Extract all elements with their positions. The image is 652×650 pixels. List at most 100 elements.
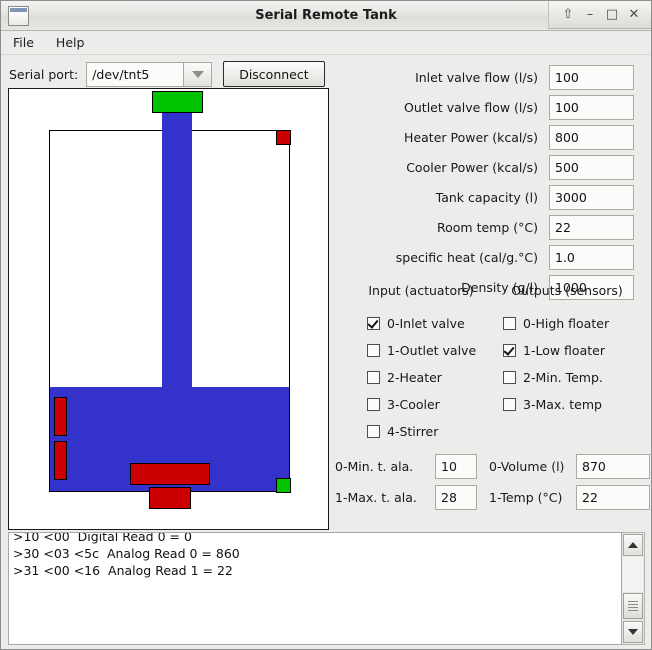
serial-port-row: Serial port: /dev/tnt5 Disconnect: [9, 61, 325, 87]
triangle-down-icon: [628, 629, 638, 635]
serial-port-combobox[interactable]: /dev/tnt5: [86, 61, 213, 87]
parameters-panel: Inlet valve flow (l/s) 100 Outlet valve …: [353, 63, 645, 303]
checkbox-low-floater[interactable]: [503, 344, 516, 357]
checkbox-row-low-floater[interactable]: 1-Low floater: [489, 337, 645, 364]
checkbox-label: 1-Low floater: [523, 343, 605, 358]
shade-button[interactable]: ⇧: [557, 3, 579, 27]
heater-indicator: [54, 397, 67, 436]
outlet-valve-flow-input[interactable]: 100: [549, 94, 634, 120]
log-scrollbar[interactable]: [622, 532, 645, 645]
close-button[interactable]: ✕: [623, 3, 645, 27]
serial-remote-tank-window: Serial Remote Tank ⇧ – □ ✕ File Help Ser…: [0, 0, 652, 650]
room-temp-input[interactable]: 22: [549, 214, 634, 240]
checkbox-label: 1-Outlet valve: [387, 343, 477, 358]
param-row-inlet-valve-flow: Inlet valve flow (l/s) 100: [353, 63, 645, 91]
cooler-power-input[interactable]: 500: [549, 154, 634, 180]
checkbox-row-heater[interactable]: 2-Heater: [353, 364, 489, 391]
specific-heat-input[interactable]: 1.0: [549, 244, 634, 270]
param-row-heater-power: Heater Power (kcal/s) 800: [353, 123, 645, 151]
checkbox-label: 2-Heater: [387, 370, 442, 385]
param-label: Outlet valve flow (l/s): [404, 99, 538, 115]
param-label: Inlet valve flow (l/s): [415, 69, 538, 85]
stirrer-indicator: [130, 463, 210, 485]
min-temp-alarm-label: 0-Min. t. ala.: [335, 459, 414, 474]
param-label: specific heat (cal/g.°C): [395, 249, 538, 265]
outputs-heading: Outputs (sensors): [511, 283, 623, 298]
scrollbar-thumb[interactable]: [623, 593, 643, 619]
param-row-outlet-valve-flow: Outlet valve flow (l/s) 100: [353, 93, 645, 121]
inputs-column: Input (actuators) 0-Inlet valve 1-Outlet…: [353, 283, 489, 445]
checkbox-min-temp[interactable]: [503, 371, 516, 384]
grip-line-icon: [628, 607, 638, 608]
serial-port-label: Serial port:: [9, 66, 79, 82]
temp-input[interactable]: 22: [576, 485, 650, 510]
log-line: >30 <03 <5c Analog Read 0 = 860: [13, 546, 240, 561]
param-label: Heater Power (kcal/s): [404, 129, 538, 145]
cooler-indicator: [54, 441, 67, 480]
checkbox-outlet-valve[interactable]: [367, 344, 380, 357]
serial-port-dropdown-button[interactable]: [183, 61, 213, 87]
checkbox-inlet-valve[interactable]: [367, 317, 380, 330]
temp-label: 1-Temp (°C): [489, 490, 563, 505]
log-console: >31 <00 <16 Analog Read 1 = 22 >10 <00 D…: [8, 532, 645, 645]
checkbox-row-cooler[interactable]: 3-Cooler: [353, 391, 489, 418]
checkbox-row-min-temp[interactable]: 2-Min. Temp.: [489, 364, 645, 391]
menu-item-help[interactable]: Help: [54, 33, 94, 52]
inlet-pipe: [162, 110, 192, 410]
param-label: Room temp (°C): [437, 219, 538, 235]
grip-line-icon: [628, 601, 638, 602]
inlet-valve-flow-input[interactable]: 100: [549, 64, 634, 90]
heater-power-input[interactable]: 800: [549, 124, 634, 150]
param-row-specific-heat: specific heat (cal/g.°C) 1.0: [353, 243, 645, 271]
io-checkbox-section: Input (actuators) 0-Inlet valve 1-Outlet…: [353, 283, 645, 445]
row-min-temp-alarm: 0-Min. t. ala. 10 0-Volume (l) 870: [335, 451, 650, 482]
maximize-button[interactable]: □: [601, 3, 623, 27]
outputs-column: Outputs (sensors) 0-High floater 1-Low f…: [489, 283, 645, 445]
param-row-room-temp: Room temp (°C) 22: [353, 213, 645, 241]
low-floater-indicator: [276, 478, 291, 493]
title-bar[interactable]: Serial Remote Tank ⇧ – □ ✕: [1, 1, 651, 31]
disconnect-button[interactable]: Disconnect: [223, 61, 325, 87]
outlet-valve-indicator: [149, 487, 191, 509]
minimize-button[interactable]: –: [579, 3, 601, 27]
checkbox-stirrer[interactable]: [367, 425, 380, 438]
serial-port-value[interactable]: /dev/tnt5: [86, 61, 184, 87]
checkbox-max-temp[interactable]: [503, 398, 516, 411]
checkbox-high-floater[interactable]: [503, 317, 516, 330]
menu-bar: File Help: [1, 31, 651, 55]
checkbox-label: 4-Stirrer: [387, 424, 439, 439]
scroll-up-button[interactable]: [623, 534, 643, 556]
checkbox-cooler[interactable]: [367, 398, 380, 411]
checkbox-row-high-floater[interactable]: 0-High floater: [489, 310, 645, 337]
tank-capacity-input[interactable]: 3000: [549, 184, 634, 210]
checkbox-row-max-temp[interactable]: 3-Max. temp: [489, 391, 645, 418]
min-temp-alarm-input[interactable]: 10: [435, 454, 477, 479]
checkbox-heater[interactable]: [367, 371, 380, 384]
checkbox-label: 2-Min. Temp.: [523, 370, 603, 385]
param-label: Cooler Power (kcal/s): [406, 159, 538, 175]
volume-label: 0-Volume (l): [489, 459, 565, 474]
high-floater-indicator: [276, 130, 291, 145]
scrollbar-track[interactable]: [623, 557, 643, 592]
log-text-area[interactable]: >31 <00 <16 Analog Read 1 = 22 >10 <00 D…: [8, 532, 622, 645]
row-max-temp-alarm: 1-Max. t. ala. 28 1-Temp (°C) 22: [335, 482, 650, 513]
scroll-down-button[interactable]: [623, 621, 643, 643]
checkbox-label: 0-High floater: [523, 316, 610, 331]
volume-input[interactable]: 870: [576, 454, 650, 479]
triangle-up-icon: [628, 542, 638, 548]
menu-item-file[interactable]: File: [11, 33, 43, 52]
checkbox-row-outlet-valve[interactable]: 1-Outlet valve: [353, 337, 489, 364]
max-temp-alarm-input[interactable]: 28: [435, 485, 477, 510]
param-label: Tank capacity (l): [435, 189, 538, 205]
checkbox-row-inlet-valve[interactable]: 0-Inlet valve: [353, 310, 489, 337]
max-temp-alarm-label: 1-Max. t. ala.: [335, 490, 417, 505]
checkbox-label: 3-Cooler: [387, 397, 440, 412]
log-line: >31 <00 <16 Analog Read 1 = 22: [13, 563, 233, 578]
param-row-tank-capacity: Tank capacity (l) 3000: [353, 183, 645, 211]
checkbox-row-stirrer[interactable]: 4-Stirrer: [353, 418, 489, 445]
window-icon: [8, 5, 29, 26]
window-controls: ⇧ – □ ✕: [548, 1, 651, 29]
tank-diagram-canvas: [8, 88, 329, 530]
inputs-heading: Input (actuators): [368, 283, 474, 298]
checkbox-label: 0-Inlet valve: [387, 316, 465, 331]
